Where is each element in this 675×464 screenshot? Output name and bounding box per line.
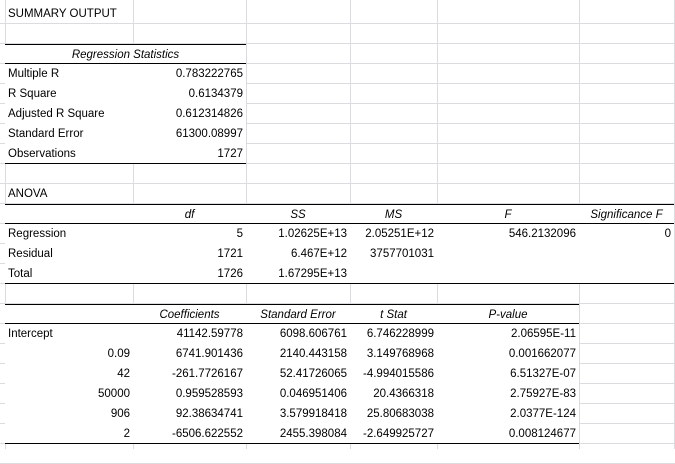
coef-cell: -261.7726167 (172, 368, 243, 380)
anova-cell (579, 244, 674, 264)
anova-header-5: Significance F (579, 204, 674, 224)
anova-cell: 6.467E+12 (291, 248, 347, 260)
coef-cell: -6506.622552 (133, 424, 246, 444)
reg-stat-value: 61300.08997 (175, 128, 243, 140)
anova-row-label: Residual (8, 248, 53, 260)
reg-stat-label: R Square (8, 88, 57, 100)
coef-row-label: 906 (110, 408, 130, 420)
coef-header-0 (5, 304, 133, 324)
coef-header-1: Coefficients (133, 304, 246, 324)
reg-stat-label: Adjusted R Square (8, 108, 105, 120)
coef-row-label: 2 (5, 424, 133, 444)
regression-stats-header: Regression Statistics (5, 44, 246, 64)
reg-stat-label: Multiple R (8, 68, 60, 80)
anova-header-2: SS (246, 204, 350, 224)
coef-header-4: P-value (437, 304, 579, 324)
coef-cell: 2.75927E-83 (510, 388, 576, 400)
coef-cell: 3.149768968 (366, 348, 434, 360)
anova-cell (579, 264, 674, 284)
coef-cell: 92.38634741 (175, 408, 243, 420)
reg-stat-label: Observations (5, 144, 133, 164)
anova-cell: 2.05251E+12 (365, 228, 434, 240)
anova-cell: 1721 (217, 248, 243, 260)
anova-title: ANOVA (8, 188, 48, 200)
anova-cell (437, 264, 579, 284)
summary-title: SUMMARY OUTPUT (8, 8, 117, 20)
anova-cell: 1726 (133, 264, 246, 284)
coef-header-3: t Stat (350, 304, 437, 324)
anova-cell: 1.02625E+13 (278, 228, 347, 240)
anova-cell: 546.2132096 (508, 228, 576, 240)
coef-row-label: 0.09 (107, 348, 130, 360)
coef-cell: 6741.901436 (175, 348, 243, 360)
reg-stat-value: 0.612314826 (175, 108, 243, 120)
reg-stat-label: Standard Error (8, 128, 84, 140)
spreadsheet-grid[interactable]: SUMMARY OUTPUT Regression Statistics Multi… (0, 0, 675, 464)
anova-row-label: Regression (8, 228, 67, 240)
coef-cell: 0.001662077 (508, 348, 576, 360)
coef-cell: 6.746228999 (366, 328, 434, 340)
coef-cell: 2.06595E-11 (510, 328, 576, 340)
coef-cell: 6.51327E-07 (510, 368, 576, 380)
coef-row-label: 42 (117, 368, 130, 380)
anova-header-4: F (437, 204, 579, 224)
anova-header-3: MS (350, 204, 437, 224)
anova-header-1: df (133, 204, 246, 224)
coef-cell: 2455.398084 (246, 424, 350, 444)
reg-stat-value: 0.6134379 (188, 88, 243, 100)
coef-cell: 0.959528593 (175, 388, 243, 400)
anova-cell (350, 264, 437, 284)
coef-cell: 41142.59778 (176, 328, 243, 340)
anova-cell: 5 (236, 228, 243, 240)
anova-cell: 0 (664, 228, 671, 240)
coef-cell: 3.579918418 (279, 408, 347, 420)
anova-cell: 3757701031 (370, 248, 434, 260)
anova-cell: 1.67295E+13 (246, 264, 350, 284)
anova-cell (437, 244, 579, 264)
coef-header-2: Standard Error (246, 304, 350, 324)
reg-stat-value: 0.783222765 (175, 68, 243, 80)
coef-cell: -2.649925727 (350, 424, 437, 444)
coef-row-label: Intercept (8, 328, 53, 340)
reg-stat-value: 1727 (133, 144, 246, 164)
coef-cell: 25.80683038 (366, 408, 434, 420)
coef-cell: 20.4366318 (373, 388, 434, 400)
coef-cell: 0.046951406 (279, 388, 347, 400)
coef-cell: 2.0377E-124 (510, 408, 576, 420)
coef-cell: 2140.443158 (279, 348, 347, 360)
coef-cell: 6098.606761 (279, 328, 347, 340)
coef-row-label: 50000 (98, 388, 130, 400)
coef-cell: -4.994015586 (363, 368, 434, 380)
anova-header-0 (5, 204, 133, 224)
coef-cell: 0.008124677 (437, 424, 579, 444)
coef-cell: 52.41726065 (279, 368, 347, 380)
anova-row-label: Total (5, 264, 133, 284)
